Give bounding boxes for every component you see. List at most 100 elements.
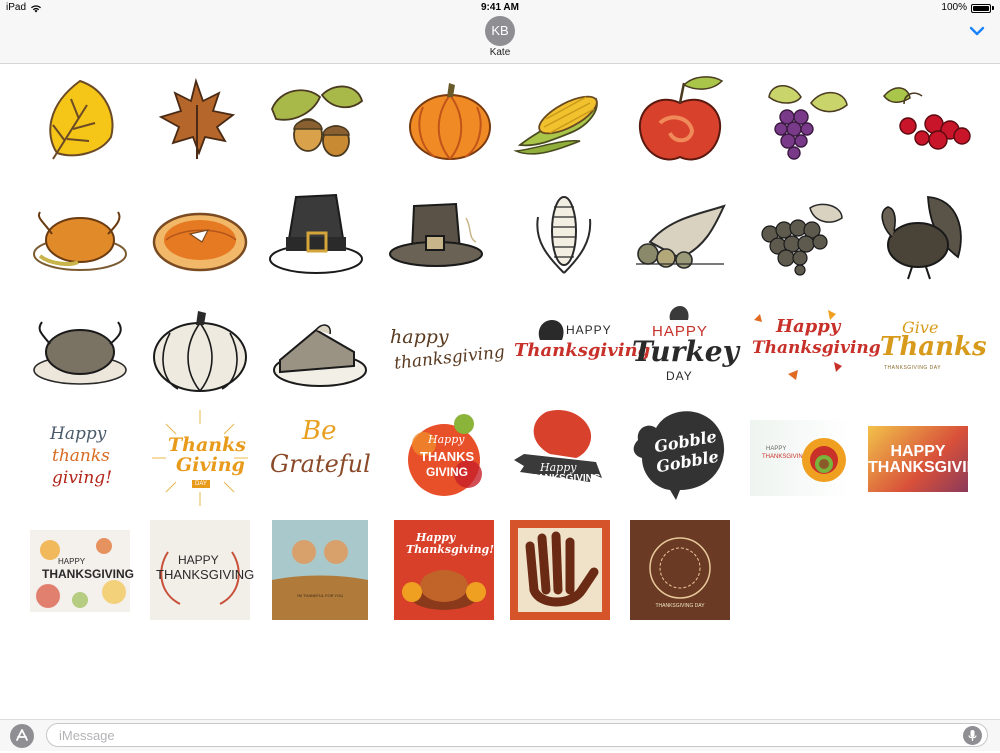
sticker-be-grateful[interactable]: Be Grateful bbox=[268, 408, 371, 508]
sticker-caption: THANKSGIVING DAY bbox=[884, 365, 942, 371]
sticker-happy-thanksgiving-watercolor[interactable]: Happy THANKS GIVING bbox=[394, 404, 494, 504]
battery-icon bbox=[971, 3, 991, 13]
sticker-maple-leaf[interactable] bbox=[146, 70, 246, 170]
sticker-roast-turkey[interactable] bbox=[30, 188, 130, 288]
sticker-apple[interactable] bbox=[630, 70, 730, 170]
contact-name[interactable]: Kate bbox=[0, 47, 1000, 58]
sticker-caption: happy bbox=[390, 326, 449, 348]
sticker-caption: Giving bbox=[176, 454, 245, 476]
sticker-happy-thanksgiving-dinner[interactable]: Happy Thanksgiving! bbox=[394, 520, 494, 620]
sticker-happy-thanksgiving-turkey[interactable]: HAPPY Thanksgiving bbox=[510, 300, 650, 400]
sticker-happy-thanksgiving-leaves[interactable]: HAPPY THANKSGIVING bbox=[30, 530, 134, 612]
sticker-caption: Happy bbox=[416, 531, 456, 544]
sticker-caption: Happy bbox=[540, 461, 577, 474]
sticker-happy-thanks-giving-wreath[interactable]: Happy thanks giving! bbox=[30, 404, 130, 504]
cornucopia-icon bbox=[636, 204, 726, 269]
sticker-happy-turkey-day[interactable]: HAPPY Turkey DAY bbox=[628, 300, 739, 400]
sticker-grapes[interactable] bbox=[756, 70, 856, 170]
sticker-cornucopia[interactable] bbox=[630, 188, 730, 288]
avatar[interactable]: KB bbox=[485, 16, 515, 46]
sticker-pilgrim-hat-sketch[interactable] bbox=[386, 188, 486, 288]
app-store-icon bbox=[16, 729, 28, 741]
pumpkin-icon bbox=[409, 83, 491, 160]
pilgrim-hat-icon bbox=[269, 193, 363, 274]
sticker-happy-thanksgiving-wreath-card[interactable]: HAPPY THANKSGIVING bbox=[150, 520, 254, 620]
turkey-banner-icon bbox=[514, 410, 602, 482]
sticker-caption: THANKSGIVING DAY bbox=[655, 603, 705, 609]
sticker-happy-thanksgiving-card-turkey[interactable]: HAPPY THANKSGIVING bbox=[750, 420, 850, 496]
sticker-caption: DAY bbox=[666, 369, 693, 383]
conversation-header: KB Kate bbox=[0, 16, 1000, 64]
sticker-caption: HAPPY bbox=[766, 446, 787, 452]
sticker-berries[interactable] bbox=[874, 70, 974, 170]
acorn-icon bbox=[271, 85, 364, 157]
battery-cap bbox=[992, 6, 994, 10]
sticker-oak-leaf-acorns[interactable] bbox=[266, 70, 366, 170]
pie-slice-icon bbox=[273, 323, 367, 387]
roast-turkey-icon bbox=[33, 211, 127, 271]
sticker-pumpkin[interactable] bbox=[400, 70, 500, 170]
sticker-pumpkin-sketch[interactable] bbox=[150, 300, 250, 400]
sticker-caption: Thanksgiving! bbox=[406, 543, 495, 556]
sticker-caption: Happy bbox=[50, 424, 107, 444]
turkey-icon bbox=[881, 195, 962, 279]
app-store-button[interactable] bbox=[10, 724, 34, 748]
sticker-caption: THANKSGIVING bbox=[156, 567, 255, 582]
grapes-icon bbox=[768, 84, 848, 160]
sticker-caption: giving! bbox=[52, 468, 113, 488]
sticker-caption: thanks bbox=[52, 446, 110, 466]
pilgrim-hat-icon bbox=[389, 202, 483, 267]
leaf-icon bbox=[49, 79, 114, 160]
sticker-happy-thanksgiving-banner[interactable]: Happy THANKSGIVING bbox=[510, 408, 610, 508]
microphone-button[interactable] bbox=[963, 726, 982, 745]
sticker-caption: THANKS bbox=[420, 449, 475, 464]
sticker-caption: GIVING bbox=[426, 465, 469, 479]
sticker-grid: happy thanksgiving HAPPY Thanksgiving HA… bbox=[0, 64, 1000, 719]
grapes-icon bbox=[761, 203, 843, 276]
pumpkin-icon bbox=[153, 311, 247, 392]
sticker-caption: HAPPY THANKSGIVING bbox=[868, 443, 991, 476]
sticker-thanksgiving-day-doodle[interactable]: THANKSGIVING DAY bbox=[630, 520, 730, 620]
maple-leaf-icon bbox=[158, 77, 236, 159]
sticker-caption: thanksgiving bbox=[393, 342, 506, 374]
sticker-caption: I'M THANKFUL FOR YOU bbox=[296, 593, 344, 598]
sticker-caption: Grateful bbox=[270, 450, 371, 478]
sticker-thanks-giving-day-burst[interactable]: Thanks Giving DAY bbox=[150, 408, 250, 508]
sticker-pumpkin-pie[interactable] bbox=[150, 188, 250, 288]
sticker-give-thanks[interactable]: Give Thanks THANKSGIVING DAY bbox=[866, 300, 987, 400]
compose-bar bbox=[0, 719, 1000, 751]
status-time: 9:41 AM bbox=[481, 2, 519, 13]
sticker-caption: Thanks bbox=[880, 332, 987, 362]
leaves-icon bbox=[754, 310, 842, 380]
sticker-grapes-sketch[interactable] bbox=[750, 188, 850, 288]
sticker-corn[interactable] bbox=[510, 70, 610, 170]
message-input[interactable] bbox=[46, 723, 988, 747]
roast-turkey-icon bbox=[33, 320, 127, 385]
status-bar: iPad 9:41 AM 100% bbox=[0, 0, 1000, 16]
sticker-roast-turkey-sketch[interactable] bbox=[30, 300, 130, 400]
sticker-caption: Be bbox=[302, 416, 337, 446]
sticker-caption: DAY bbox=[192, 480, 210, 488]
sticker-turkey-sketch[interactable] bbox=[868, 184, 968, 284]
battery-percent: 100% bbox=[941, 2, 967, 13]
sticker-turkey-hand[interactable] bbox=[510, 520, 610, 620]
collapse-button[interactable] bbox=[968, 24, 986, 38]
sticker-corn-sketch[interactable] bbox=[514, 184, 614, 284]
corn-icon bbox=[536, 195, 592, 274]
sticker-caption: Turkey bbox=[632, 335, 739, 368]
sticker-caption: THANKSGIVING bbox=[524, 473, 601, 484]
sticker-yellow-leaf[interactable] bbox=[30, 70, 130, 170]
sticker-caption: HAPPY bbox=[58, 557, 86, 566]
sticker-happy-thanksgiving-red-script[interactable]: Happy Thanksgiving bbox=[748, 300, 881, 400]
sticker-happy-thanksgiving-bokeh[interactable]: HAPPY THANKSGIVING bbox=[868, 426, 991, 492]
sticker-pilgrim-hat-black[interactable] bbox=[266, 184, 366, 284]
apple-icon bbox=[638, 75, 724, 160]
berries-icon bbox=[883, 87, 971, 150]
sticker-gobble-gobble[interactable]: Gobble Gobble bbox=[628, 404, 728, 504]
sticker-caption: HAPPY bbox=[178, 553, 219, 567]
microphone-icon bbox=[968, 730, 977, 741]
sticker-happy-thanksgiving-handwritten[interactable]: happy thanksgiving bbox=[388, 300, 506, 400]
sticker-pie-slice-sketch[interactable] bbox=[270, 300, 370, 400]
turkey-icon bbox=[669, 306, 689, 320]
sticker-thankful-hands[interactable]: I'M THANKFUL FOR YOU bbox=[272, 520, 368, 620]
